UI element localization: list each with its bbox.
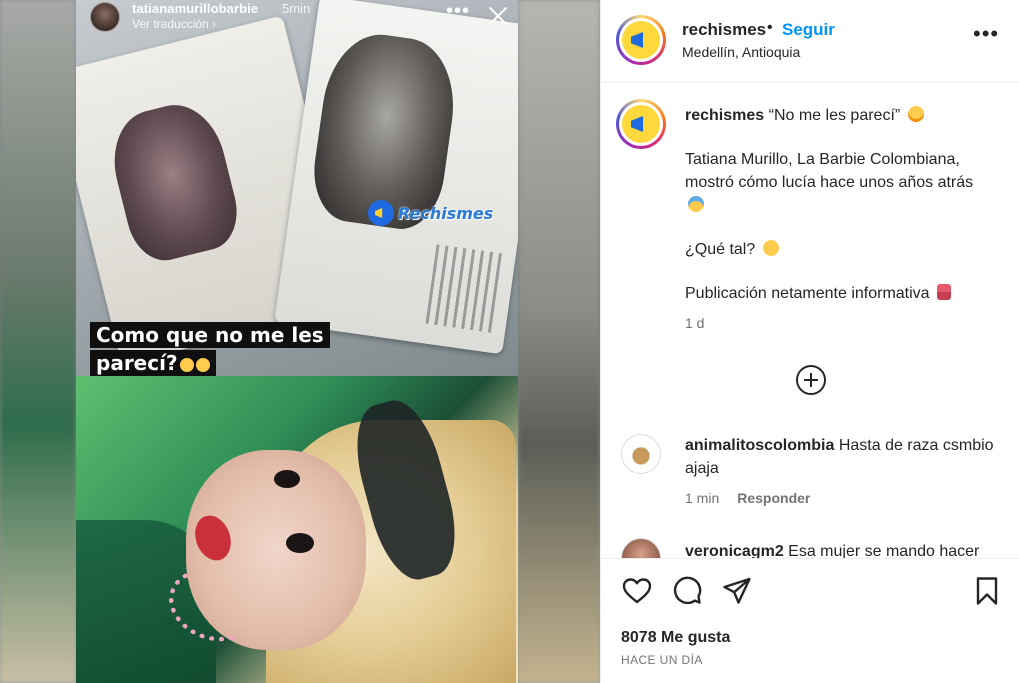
heart-icon[interactable] [621, 575, 653, 607]
share-icon[interactable] [721, 575, 753, 607]
selfie-eye [274, 470, 300, 488]
laughing-emoji-icon [195, 358, 210, 372]
caption-title: “No me les parecí” [764, 107, 905, 124]
watermark-text: Rechismes [398, 203, 494, 223]
comment-meta: 1 min Responder [685, 490, 810, 506]
lipstick-emoji-icon [937, 284, 952, 300]
post-header: rechismes • Seguir Medellín, Antioquia •… [601, 0, 1019, 83]
reply-button[interactable]: Responder [737, 490, 810, 506]
follow-button[interactable]: Seguir [782, 20, 835, 40]
post-author-avatar[interactable] [616, 15, 666, 65]
story-avatar[interactable] [90, 2, 120, 32]
caption-time[interactable]: 1 d [685, 315, 704, 331]
story-caption-line2-wrap: parecí? [90, 350, 216, 376]
sweat-smile-emoji-icon [907, 106, 924, 122]
caption-para2-text: ¿Qué tal? [685, 241, 760, 258]
megaphone-icon [368, 200, 394, 226]
story-username[interactable]: tatianamurillobarbie [132, 1, 258, 16]
post-caption: rechismes “No me les parecí” Tatiana Mur… [685, 104, 995, 326]
see-translation-link[interactable]: Ver traducción › [132, 17, 216, 31]
post-actions: 8078 Me gusta HACE UN DÍA [601, 558, 1019, 683]
caption-para1-text: Tatiana Murillo, La Barbie Colombiana, m… [685, 151, 974, 191]
id-cards-photo [76, 0, 518, 376]
post-media[interactable]: Rechismes Como que no me les parecí? tat… [0, 0, 600, 683]
post-location[interactable]: Medellín, Antioquia [682, 44, 800, 60]
story-caption-line1: Como que no me les [90, 322, 330, 348]
smirk-emoji-icon [179, 358, 194, 372]
comment-avatar[interactable] [621, 538, 661, 558]
comment-text: Esa mujer se mando hacer [783, 543, 980, 558]
megaphone-logo-icon [622, 105, 660, 143]
story-header: tatianamurillobarbie 5min Ver traducción… [90, 0, 518, 40]
story-more-icon[interactable]: ••• [446, 1, 470, 21]
caption-author-avatar[interactable] [616, 99, 666, 149]
caption-username[interactable]: rechismes [685, 107, 764, 124]
comment-avatar[interactable] [621, 434, 661, 474]
id-card-text [425, 244, 506, 334]
thinking-emoji-icon [762, 240, 779, 256]
comment-username[interactable]: veronicagm2 [685, 543, 784, 558]
media-blur-right [518, 0, 600, 683]
media-blur-left [0, 0, 76, 683]
bookmark-icon[interactable] [971, 575, 1003, 607]
megaphone-logo-icon [622, 21, 660, 59]
post-date[interactable]: HACE UN DÍA [621, 653, 703, 667]
story-caption: Como que no me les parecí? [90, 322, 330, 376]
close-icon[interactable] [486, 4, 510, 28]
comment: animalitoscolombia Hasta de raza csmbio … [685, 434, 995, 480]
caption-paragraph-3: Publicación netamente informativa [685, 282, 995, 305]
caption-para3-text: Publicación netamente informativa [685, 285, 935, 302]
caption-title-line: rechismes “No me les parecí” [685, 104, 995, 127]
id-card-right [274, 0, 518, 355]
post-sidebar: rechismes • Seguir Medellín, Antioquia •… [600, 0, 1019, 683]
rechismes-watermark: Rechismes [368, 198, 493, 228]
more-options-icon[interactable]: ••• [973, 23, 999, 45]
id-photo-face [102, 95, 246, 268]
post-author-username[interactable]: rechismes [682, 20, 766, 40]
load-more-comments-icon[interactable] [796, 365, 826, 395]
comment-username[interactable]: animalitoscolombia [685, 437, 834, 454]
separator-dot: • [767, 19, 773, 36]
story-caption-line2: parecí? [96, 351, 178, 375]
comment-time[interactable]: 1 min [685, 490, 719, 506]
comment: veronicagm2 Esa mujer se mando hacer [685, 540, 1005, 558]
scream-emoji-icon [688, 196, 704, 212]
caption-paragraph-1: Tatiana Murillo, La Barbie Colombiana, m… [685, 148, 995, 217]
comment-icon[interactable] [671, 575, 703, 607]
likes-count[interactable]: 8078 Me gusta [621, 629, 730, 647]
comments-section[interactable]: rechismes “No me les parecí” Tatiana Mur… [601, 84, 1019, 558]
selfie-eye [286, 533, 314, 553]
story-time: 5min [282, 1, 311, 16]
caption-paragraph-2: ¿Qué tal? [685, 238, 995, 261]
